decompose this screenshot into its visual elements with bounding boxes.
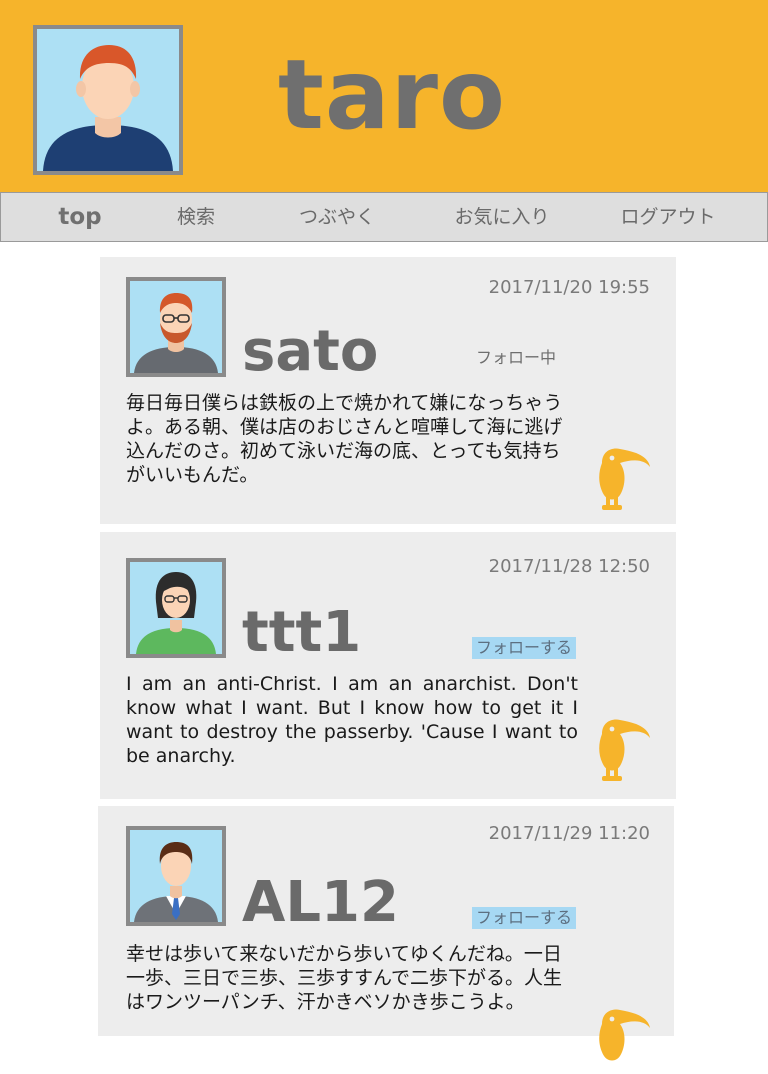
following-status[interactable]: フォロー中: [472, 347, 560, 369]
post-body: I am an anti-Christ. I am an anarchist. …: [126, 673, 578, 767]
toucan-icon[interactable]: [592, 714, 650, 784]
post-timestamp: 2017/11/29 11:20: [488, 823, 650, 844]
post-timestamp: 2017/11/20 19:55: [488, 277, 650, 298]
nav-search[interactable]: 検索: [153, 193, 239, 241]
businessman-avatar-icon: [130, 830, 222, 922]
username-title: taro: [278, 39, 506, 151]
post-card: ttt1 2017/11/28 12:50 フォローする I am an ant…: [100, 532, 676, 799]
nav-top[interactable]: top: [45, 193, 115, 241]
toucan-icon[interactable]: [592, 443, 650, 513]
nav-favorites[interactable]: お気に入り: [437, 193, 567, 241]
post-body: 毎日毎日僕らは鉄板の上で焼かれて嫌になっちゃうよ。ある朝、僕は店のおじさんと喧嘩…: [126, 392, 563, 486]
toucan-icon[interactable]: [592, 1004, 650, 1074]
follow-button[interactable]: フォローする: [472, 637, 577, 659]
post-username[interactable]: ttt1: [242, 598, 361, 668]
profile-header: taro: [0, 0, 768, 192]
post-avatar[interactable]: [126, 277, 226, 377]
post-body: 幸せは歩いて来ないだから歩いてゆくんだね。一日一歩、三日で三歩、三歩すすんで二歩…: [126, 943, 563, 1013]
post-timestamp: 2017/11/28 12:50: [488, 556, 650, 577]
woman-avatar-icon: [130, 562, 222, 654]
post-card: AL12 2017/11/29 11:20 フォローする 幸せは歩いて来ないだか…: [98, 806, 674, 1061]
post-card: sato 2017/11/20 19:55 フォロー中 毎日毎日僕らは鉄板の上で…: [100, 257, 676, 524]
user-avatar[interactable]: [33, 25, 183, 175]
post-avatar[interactable]: [126, 826, 226, 926]
post-username[interactable]: AL12: [242, 868, 399, 938]
nav-tweet[interactable]: つぶやく: [277, 193, 397, 241]
nav-logout[interactable]: ログアウト: [601, 193, 735, 241]
post-username[interactable]: sato: [242, 317, 378, 387]
post-avatar[interactable]: [126, 558, 226, 658]
bearded-man-avatar-icon: [130, 281, 222, 373]
main-nav: top 検索 つぶやく お気に入り ログアウト: [0, 192, 768, 242]
follow-button[interactable]: フォローする: [472, 907, 577, 929]
man-avatar-icon: [37, 29, 179, 171]
